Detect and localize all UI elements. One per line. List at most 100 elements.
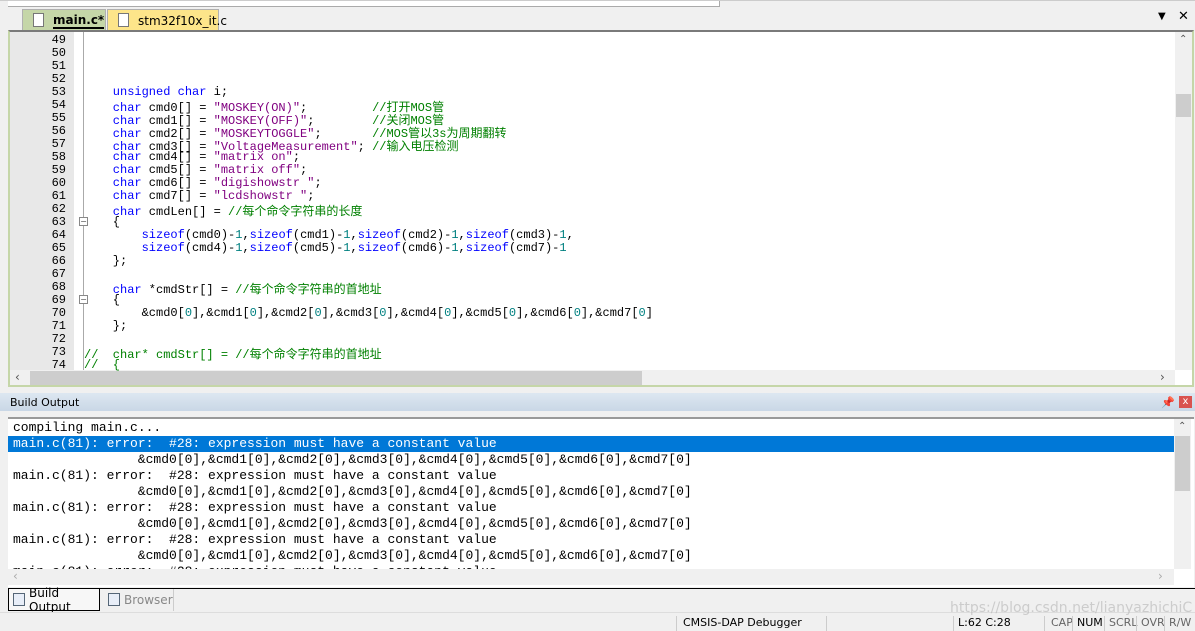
code-line: unsigned char i; bbox=[84, 85, 228, 99]
scroll-up-icon[interactable]: ⌃ bbox=[1178, 421, 1186, 432]
line-number: 56 bbox=[51, 124, 66, 138]
scroll-left-icon[interactable]: ‹ bbox=[15, 370, 20, 384]
string-literal: "digishowstr " bbox=[213, 176, 315, 190]
line-number: 59 bbox=[51, 163, 66, 177]
number-literal: 0 bbox=[314, 306, 322, 320]
code-line: // char* cmdStr[] = //每个命令字符串的首地址 bbox=[84, 345, 382, 362]
output-line[interactable]: main.c(81): error: #28: expression must … bbox=[8, 436, 1174, 452]
code-line: &cmd0[0],&cmd1[0],&cmd2[0],&cmd3[0],&cmd… bbox=[84, 306, 653, 320]
tab-label: Browser bbox=[124, 593, 173, 607]
build-output-panel[interactable]: compiling main.c... main.c(81): error: #2… bbox=[8, 417, 1194, 587]
number-literal: 1 bbox=[343, 228, 351, 242]
line-number: 64 bbox=[51, 228, 66, 242]
code-text: (cmd1)- bbox=[292, 228, 344, 242]
output-line[interactable]: main.c(81): error: #28: expression must … bbox=[8, 468, 1174, 484]
code-text: , bbox=[242, 241, 250, 255]
close-tab-icon[interactable]: ✕ bbox=[1178, 9, 1189, 24]
code-text: &cmd0[ bbox=[84, 306, 185, 320]
code-text: { bbox=[84, 293, 121, 307]
number-literal: 0 bbox=[249, 306, 257, 320]
tab-label: main.c* bbox=[53, 12, 105, 29]
scroll-right-icon[interactable]: › bbox=[1160, 370, 1165, 384]
number-literal: 1 bbox=[559, 228, 567, 242]
line-number: 58 bbox=[51, 150, 66, 164]
tab-label: stm32f10x_it.c bbox=[138, 13, 227, 28]
output-line[interactable]: &cmd0[0],&cmd1[0],&cmd2[0],&cmd3[0],&cmd… bbox=[8, 484, 1174, 500]
line-number: 65 bbox=[51, 241, 66, 255]
code-text: , bbox=[458, 241, 466, 255]
code-editor[interactable]: ⌃ ‹ › 49 50 51 52 53 unsigned char i; 54 char… bbox=[8, 30, 1194, 387]
tab-list-dropdown-icon[interactable]: ▼ bbox=[1158, 11, 1166, 22]
output-vertical-scrollbar[interactable]: ⌃ bbox=[1174, 419, 1191, 569]
build-output-header: Build Output bbox=[0, 393, 1195, 411]
code-text: ; bbox=[314, 176, 322, 190]
line-number: 63 bbox=[51, 215, 66, 229]
output-horizontal-scrollbar[interactable]: ‹ › bbox=[8, 569, 1174, 585]
line-number: 72 bbox=[51, 332, 66, 346]
code-text: ],&cmd1[ bbox=[192, 306, 250, 320]
output-line[interactable]: main.c(81): error: #28: expression must … bbox=[8, 500, 1174, 516]
code-text: cmd6[] = bbox=[141, 176, 214, 190]
keyword: sizeof bbox=[465, 241, 509, 255]
editor-horizontal-scrollbar[interactable]: ‹ › bbox=[10, 370, 1175, 385]
line-number: 62 bbox=[51, 202, 66, 216]
code-text: (cmd7)- bbox=[508, 241, 560, 255]
scrollbar-thumb[interactable] bbox=[1176, 94, 1191, 117]
code-text: (cmd0)- bbox=[184, 228, 236, 242]
code-text: }; bbox=[84, 254, 128, 268]
output-line[interactable]: &cmd0[0],&cmd1[0],&cmd2[0],&cmd3[0],&cmd… bbox=[8, 548, 1174, 564]
code-text: (cmd6)- bbox=[400, 241, 452, 255]
code-text: ; bbox=[292, 150, 301, 164]
overwrite-indicator: OVR bbox=[1136, 616, 1165, 631]
scrollbar-thumb[interactable] bbox=[30, 371, 642, 385]
code-text: ],&cmd4[ bbox=[386, 306, 445, 320]
close-panel-icon[interactable]: x bbox=[1179, 396, 1192, 408]
tab-build-output[interactable]: Build Output bbox=[8, 586, 100, 614]
keyword: sizeof bbox=[357, 228, 401, 242]
code-text: ] bbox=[645, 306, 653, 320]
scrollbar-thumb[interactable] bbox=[1175, 436, 1190, 491]
code-text: ],&cmd2[ bbox=[256, 306, 315, 320]
comment: // { bbox=[84, 358, 121, 372]
code-text: cmd4[] = bbox=[141, 150, 214, 164]
code-text: (cmd3)- bbox=[508, 228, 560, 242]
code-line: sizeof(cmd0)-1,sizeof(cmd1)-1,sizeof(cmd… bbox=[84, 228, 574, 242]
number-literal: 1 bbox=[559, 241, 567, 255]
line-number: 55 bbox=[51, 111, 66, 125]
line-number: 61 bbox=[51, 189, 66, 203]
line-number: 60 bbox=[51, 176, 66, 190]
keyword: unsigned char bbox=[84, 85, 207, 99]
tab-browser[interactable]: Browser bbox=[104, 589, 174, 611]
line-number: 74 bbox=[51, 358, 66, 372]
editor-vertical-scrollbar[interactable]: ⌃ bbox=[1175, 32, 1192, 370]
comment: //输入电压检测 bbox=[372, 140, 459, 154]
window-edge bbox=[8, 1, 720, 7]
output-line[interactable]: &cmd0[0],&cmd1[0],&cmd2[0],&cmd3[0],&cmd… bbox=[8, 452, 1174, 468]
code-line: sizeof(cmd4)-1,sizeof(cmd5)-1,sizeof(cmd… bbox=[84, 241, 567, 255]
cursor-position: L:62 C:28 bbox=[953, 616, 1045, 631]
keyword: sizeof bbox=[249, 241, 293, 255]
scroll-right-icon[interactable]: › bbox=[1158, 569, 1163, 583]
keyword: sizeof bbox=[84, 228, 185, 242]
comment: // char* cmdStr[] = //每个命令字符串的首地址 bbox=[84, 348, 382, 362]
scroll-up-icon[interactable]: ⌃ bbox=[1179, 34, 1187, 45]
keyword: char bbox=[84, 189, 142, 203]
string-literal: "matrix off" bbox=[213, 163, 301, 177]
status-empty bbox=[826, 616, 950, 631]
code-text: { bbox=[84, 215, 121, 229]
output-line[interactable]: &cmd0[0],&cmd1[0],&cmd2[0],&cmd3[0],&cmd… bbox=[8, 516, 1174, 532]
pin-icon[interactable]: 📌 bbox=[1161, 396, 1175, 409]
keyword: sizeof bbox=[465, 228, 509, 242]
line-number: 50 bbox=[51, 46, 66, 60]
code-line: { bbox=[84, 293, 120, 307]
tab-main-c[interactable]: main.c* bbox=[22, 9, 106, 31]
tab-stm32f10x-it-c[interactable]: stm32f10x_it.c bbox=[107, 9, 227, 31]
keyword: char bbox=[84, 176, 142, 190]
code-text: ],&cmd3[ bbox=[321, 306, 380, 320]
file-icon bbox=[33, 13, 44, 27]
code-line: // { bbox=[84, 358, 120, 372]
output-line[interactable]: compiling main.c... bbox=[8, 420, 1174, 436]
output-line[interactable]: main.c(81): error: #28: expression must … bbox=[8, 532, 1174, 548]
code-line: { bbox=[84, 215, 120, 229]
scroll-left-icon[interactable]: ‹ bbox=[13, 569, 18, 583]
